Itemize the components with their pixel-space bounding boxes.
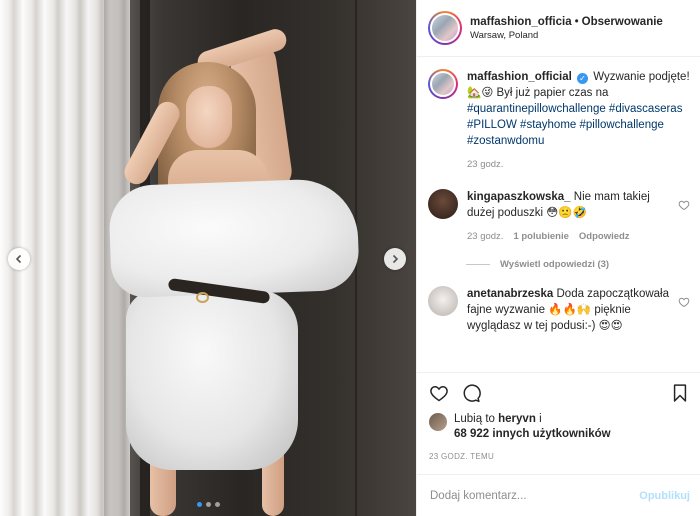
post-header: maffashion_officia • Obserwowanie Warsaw… [417, 0, 700, 57]
carousel-dot [196, 502, 202, 507]
comment: kingapaszkowska_ Nie mam takiej dużej po… [428, 189, 690, 245]
header-username[interactable]: maffashion_officia [470, 16, 572, 28]
woman-face [186, 86, 232, 148]
verified-badge-icon: ✓ [577, 73, 589, 84]
carousel-dots [0, 502, 416, 507]
instagram-post: maffashion_officia • Obserwowanie Warsaw… [0, 0, 700, 516]
separator: • [574, 15, 579, 28]
post-photo[interactable] [0, 0, 416, 516]
location-link[interactable]: Warsaw, Poland [470, 30, 663, 41]
caption: maffashion_official ✓ Wyzwanie podjęte! … [428, 69, 690, 173]
likes-count[interactable]: 68 922 innych użytkowników [454, 428, 611, 440]
view-replies-label: Wyświetl odpowiedzi (3) [500, 259, 610, 270]
reply-button[interactable]: Odpowiedz [579, 229, 630, 245]
pillow-top [108, 177, 360, 299]
post-time[interactable]: 23 GODZ. TEMU [417, 452, 700, 474]
previous-photo-button[interactable] [8, 248, 30, 270]
carousel-dot [214, 502, 220, 507]
comment-icon[interactable] [461, 383, 481, 403]
liker-avatar[interactable] [429, 413, 447, 431]
add-comment-bar: Opublikuj [417, 474, 700, 516]
chevron-right-icon [392, 254, 399, 264]
liker-username[interactable]: heryvn [498, 413, 536, 425]
chevron-left-icon [15, 254, 22, 264]
likes-prefix: Lubią to [454, 413, 495, 425]
bookmark-icon[interactable] [670, 383, 690, 403]
commenter-avatar[interactable] [428, 286, 458, 316]
action-bar [417, 372, 700, 412]
like-heart-icon[interactable] [429, 383, 449, 403]
caption-hashtags[interactable]: #quarantinepillowchallenge #divascaseras… [467, 103, 682, 147]
view-replies-button[interactable]: Wyświetl odpowiedzi (3) [466, 259, 690, 270]
avatar[interactable] [428, 11, 462, 45]
carousel-dot [205, 502, 211, 507]
likes-conj: i [539, 413, 542, 425]
caption-time[interactable]: 23 godz. [467, 157, 503, 173]
caption-username[interactable]: maffashion_official [467, 71, 572, 83]
comment-likes[interactable]: 1 polubienie [513, 229, 568, 245]
next-photo-button[interactable] [384, 248, 406, 270]
following-button[interactable]: Obserwowanie [582, 16, 663, 28]
commenter-avatar[interactable] [428, 189, 458, 219]
comment-username[interactable]: kingapaszkowska_ [467, 191, 571, 203]
comments-section[interactable]: maffashion_official ✓ Wyzwanie podjęte! … [417, 57, 700, 372]
comment-username[interactable]: anetanabrzeska [467, 288, 553, 300]
heart-icon[interactable] [678, 296, 690, 308]
likes-summary[interactable]: Lubią to heryvn i 68 922 innych użytkown… [417, 412, 700, 446]
publish-button[interactable]: Opublikuj [639, 490, 690, 502]
comment: anetanabrzeska Doda zapoczątkowała fajne… [428, 286, 690, 334]
comment-input[interactable] [430, 489, 640, 502]
caption-avatar[interactable] [428, 69, 458, 99]
heart-icon[interactable] [678, 199, 690, 211]
post-sidebar: maffashion_officia • Obserwowanie Warsaw… [416, 0, 700, 516]
pillow [126, 290, 298, 470]
comment-time[interactable]: 23 godz. [467, 229, 503, 245]
